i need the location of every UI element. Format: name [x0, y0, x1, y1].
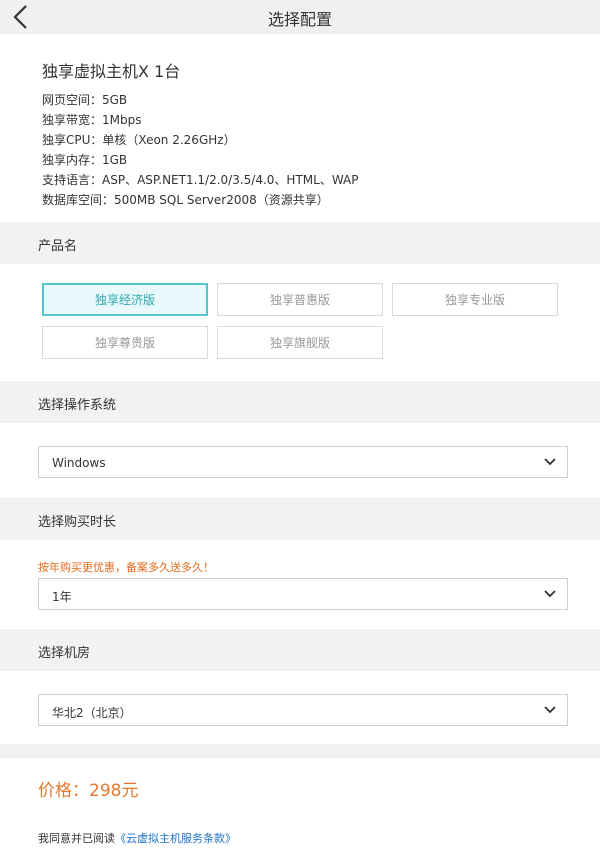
page-title: 选择配置: [267, 10, 332, 29]
spec-item: 网页空间：5GB: [42, 93, 128, 107]
section-label: 选择操作系统: [38, 398, 117, 413]
spec-item: 独享内存：1GB: [42, 153, 128, 167]
section-header-duration: 选择购买时长: [0, 498, 600, 540]
top-bar: 选择配置: [0, 0, 600, 34]
chevron-down-icon: [543, 457, 557, 467]
product-name: 独享虚拟主机X 1台: [42, 62, 181, 81]
edition-option-premium[interactable]: 独享尊贵版: [42, 326, 208, 359]
os-select-value: Windows: [52, 456, 106, 470]
section-label: 选择购买时长: [38, 515, 117, 530]
price-text: 价格：298元: [38, 781, 139, 801]
duration-select-value: 1年: [52, 590, 72, 604]
spec-list: 网页空间：5GB 独享带宽：1Mbps 独享CPU：单核（Xeon 2.26GH…: [42, 90, 358, 210]
spec-item: 独享带宽：1Mbps: [42, 113, 142, 127]
datacenter-select-value: 华北2（北京）: [52, 706, 132, 720]
agreement-line: 我同意并已阅读《云虚拟主机服务条款》: [38, 830, 236, 846]
agreement-text: 我同意并已阅读: [38, 832, 115, 845]
terms-link[interactable]: 《云虚拟主机服务条款》: [115, 832, 236, 845]
edition-option-professional[interactable]: 独享专业版: [392, 283, 558, 316]
spec-item: 数据库空间：500MB SQL Server2008（资源共享）: [42, 193, 329, 207]
edition-option-flagship[interactable]: 独享旗舰版: [217, 326, 383, 359]
section-header-datacenter: 选择机房: [0, 629, 600, 671]
duration-select[interactable]: 1年: [38, 578, 568, 610]
chevron-down-icon: [543, 705, 557, 715]
section-header-os: 选择操作系统: [0, 381, 600, 423]
spec-item: 独享CPU：单核（Xeon 2.26GHz）: [42, 133, 236, 147]
section-divider: [0, 744, 600, 757]
chevron-down-icon: [543, 589, 557, 599]
product-info: 独享虚拟主机X 1台 网页空间：5GB 独享带宽：1Mbps 独享CPU：单核（…: [0, 34, 600, 222]
edition-option-economy[interactable]: 独享经济版: [42, 283, 208, 316]
section-label: 选择机房: [38, 646, 91, 661]
section-header-edition: 产品名: [0, 222, 600, 264]
datacenter-select[interactable]: 华北2（北京）: [38, 694, 568, 726]
promo-text: 按年购买更优惠，备案多久送多久！: [38, 561, 214, 574]
edition-option-puhui[interactable]: 独享普惠版: [217, 283, 383, 316]
section-label: 产品名: [38, 239, 78, 254]
os-select[interactable]: Windows: [38, 446, 568, 478]
price-area: 价格：298元 我同意并已阅读《云虚拟主机服务条款》: [0, 757, 600, 856]
spec-item: 支持语言：ASP、ASP.NET1.1/2.0/3.5/4.0、HTML、WAP: [42, 173, 359, 187]
